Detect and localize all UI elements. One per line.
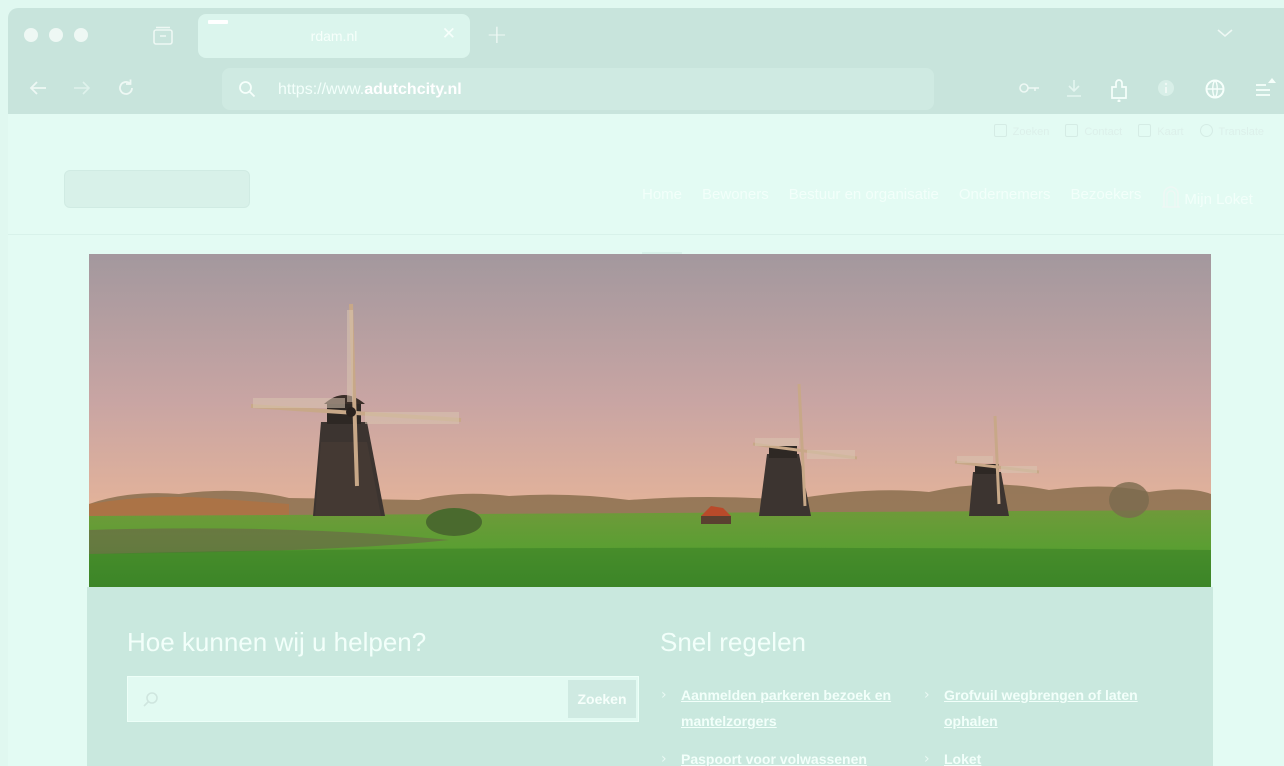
utility-item-kaart[interactable]: Kaart	[1138, 124, 1184, 138]
utility-label: Contact	[1084, 126, 1123, 138]
link-text: mantelzorgers	[681, 713, 777, 729]
phone-icon	[1065, 124, 1079, 137]
chevron-right-icon: ›	[924, 751, 930, 766]
help-title: Hoe kunnen wij u helpen?	[127, 627, 427, 657]
link-aanmelden-parkeren[interactable]: Aanmelden parkeren bezoek en mantelzorge…	[681, 682, 891, 734]
tab-title: rdam.nl	[310, 28, 358, 44]
utility-label: Translate	[1218, 126, 1264, 138]
close-window-button[interactable]	[24, 28, 38, 42]
nav-item-home[interactable]: Home	[642, 186, 683, 254]
extensions-icon[interactable]	[1108, 78, 1130, 106]
search-icon	[238, 80, 256, 102]
chevron-right-icon: ›	[924, 687, 930, 703]
reload-icon[interactable]	[116, 78, 136, 102]
link-grofvuil[interactable]: Grofvuil wegbrengen of laten ophalen	[944, 682, 1138, 734]
maximize-window-button[interactable]	[74, 28, 88, 42]
loket-icon	[1161, 186, 1181, 212]
address-bar[interactable]: https://www.adutchcity.nl	[222, 68, 934, 110]
back-arrow-icon[interactable]	[28, 78, 48, 102]
menu-icon[interactable]	[1254, 78, 1276, 104]
mijn-loket-label: Mijn Loket	[1184, 190, 1253, 208]
web-page: Zoeken Contact Kaart Translate Home Bewo…	[8, 114, 1284, 766]
forward-arrow-icon[interactable]	[72, 78, 92, 102]
link-text: ophalen	[944, 713, 998, 729]
hero-windmill-image	[89, 254, 1211, 587]
main-nav: Home Bewoners Bestuur en organisatie Ond…	[642, 186, 1253, 254]
favicon-icon	[208, 20, 228, 24]
url-text: https://www.adutchcity.nl	[278, 81, 462, 99]
chevron-right-icon: ›	[661, 751, 667, 766]
url-prefix: https://www.	[278, 81, 365, 98]
info-icon[interactable]	[1156, 78, 1176, 102]
tab-overview-icon[interactable]	[152, 26, 174, 46]
vpn-globe-icon[interactable]	[1204, 78, 1226, 104]
site-search-input[interactable]	[168, 683, 562, 717]
site-search: Zoeken	[127, 676, 639, 722]
globe-icon	[1199, 124, 1213, 137]
chevron-right-icon: ›	[661, 687, 667, 703]
search-button[interactable]: Zoeken	[568, 680, 636, 718]
snel-regelen-title: Snel regelen	[660, 627, 806, 657]
map-icon	[1138, 124, 1152, 137]
chevron-down-icon[interactable]	[1216, 24, 1234, 43]
new-tab-icon[interactable]: +	[486, 20, 508, 50]
link-loket[interactable]: Loket	[944, 746, 981, 766]
utility-item-contact[interactable]: Contact	[1065, 124, 1122, 138]
link-text: Grofvuil wegbrengen of laten	[944, 687, 1138, 703]
close-tab-icon[interactable]: ✕	[442, 24, 456, 44]
minimize-window-button[interactable]	[49, 28, 63, 42]
utility-label: Kaart	[1157, 126, 1184, 138]
browser-window: rdam.nl ✕ + https://www.adutchcity.nl Zo…	[8, 8, 1284, 766]
nav-item-bestuur[interactable]: Bestuur en organisatie	[789, 186, 939, 212]
browser-toolbar: https://www.adutchcity.nl	[8, 64, 1284, 114]
link-text: Loket	[944, 751, 982, 766]
nav-item-ondernemers[interactable]: Ondernemers	[959, 186, 1051, 212]
utility-label: Zoeken	[1012, 126, 1050, 138]
utility-item-translate[interactable]: Translate	[1199, 124, 1264, 138]
window-controls	[24, 28, 88, 42]
tab-bar: rdam.nl ✕ +	[8, 8, 1284, 64]
key-icon[interactable]	[1018, 78, 1040, 102]
search-icon	[142, 691, 160, 713]
nav-item-bewoners[interactable]: Bewoners	[702, 186, 769, 212]
link-text: Aanmelden parkeren bezoek en	[681, 687, 892, 703]
browser-tab[interactable]: rdam.nl ✕	[198, 14, 470, 58]
help-panel: Hoe kunnen wij u helpen? Zoeken Snel reg…	[87, 587, 1213, 766]
search-icon	[993, 124, 1007, 137]
link-paspoort[interactable]: Paspoort voor volwassenen	[681, 746, 867, 766]
url-domain: adutchcity.nl	[364, 81, 462, 98]
nav-item-mijn-loket[interactable]: Mijn Loket	[1161, 186, 1253, 212]
nav-divider	[8, 234, 1284, 235]
download-icon[interactable]	[1064, 78, 1084, 102]
utility-nav: Zoeken Contact Kaart Translate	[993, 124, 1264, 138]
nav-item-bezoekers[interactable]: Bezoekers	[1071, 186, 1142, 212]
link-text: Paspoort voor volwassenen	[681, 751, 867, 766]
utility-item-zoeken[interactable]: Zoeken	[993, 124, 1050, 138]
site-logo[interactable]	[64, 170, 250, 208]
